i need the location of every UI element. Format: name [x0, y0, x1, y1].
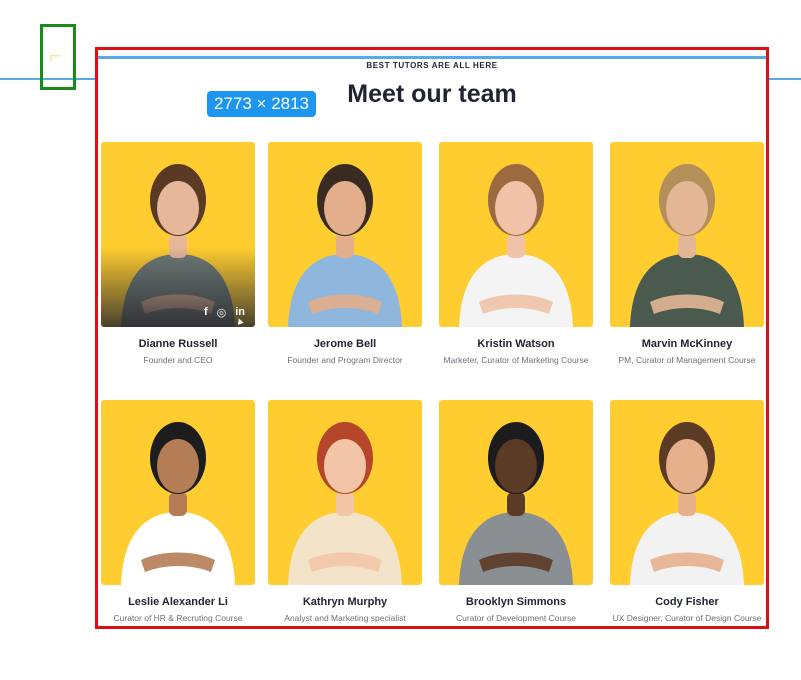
logo-icon: ⌐	[49, 43, 62, 68]
team-member-name: Marvin McKinney	[641, 338, 733, 350]
team-member-role: Curator of HR & Recruting Course	[113, 613, 243, 623]
team-member-role: Founder and Program Director	[287, 355, 403, 365]
team-card[interactable]: Leslie Alexander Li Curator of HR & Recru…	[101, 400, 255, 623]
person-illustration	[459, 422, 573, 585]
facebook-icon[interactable]: f	[204, 306, 208, 319]
section-top-border	[98, 56, 766, 59]
team-card[interactable]: Brooklyn Simmons Curator of Development C…	[439, 400, 593, 623]
team-section[interactable]: BEST TUTORS ARE ALL HERE Meet our team 2…	[95, 47, 769, 629]
team-member-name: Brooklyn Simmons	[465, 596, 567, 608]
team-photo	[268, 400, 422, 585]
team-member-name: Kathryn Murphy	[302, 596, 388, 608]
team-photo	[439, 400, 593, 585]
person-illustration	[630, 164, 744, 327]
team-photo	[101, 400, 255, 585]
team-card[interactable]: Cody Fisher UX Designer, Curator of Desig…	[610, 400, 764, 623]
person-illustration	[288, 422, 402, 585]
person-illustration	[630, 422, 744, 585]
team-photo	[439, 142, 593, 327]
team-member-role: Analyst and Marketing specialist	[284, 613, 406, 623]
team-card[interactable]: Kristin Watson Marketer, Curator of Marke…	[439, 142, 593, 365]
team-member-name: Jerome Bell	[313, 338, 377, 350]
team-card[interactable]: f ◎ in ▲ Dianne Russell Founder and CEO	[101, 142, 255, 365]
person-illustration	[288, 164, 402, 327]
instagram-icon[interactable]: ◎	[217, 306, 227, 319]
team-member-role: Marketer, Curator of Marketing Course	[443, 355, 589, 365]
team-member-name: Dianne Russell	[138, 338, 218, 350]
team-member-role: UX Designer, Curator of Design Course	[612, 613, 762, 623]
team-member-name: Leslie Alexander Li	[128, 596, 228, 608]
team-member-role: PM, Curator of Management Course	[618, 355, 756, 365]
person-illustration	[121, 422, 235, 585]
team-member-role: Founder and CEO	[143, 355, 213, 365]
team-card[interactable]: Marvin McKinney PM, Curator of Management…	[610, 142, 764, 365]
team-photo	[268, 142, 422, 327]
team-card[interactable]: Kathryn Murphy Analyst and Marketing spec…	[268, 400, 422, 623]
team-member-name: Kristin Watson	[477, 338, 555, 350]
team-member-name: Cody Fisher	[655, 596, 719, 608]
section-title: Meet our team	[347, 80, 517, 108]
logo-selection-frame[interactable]: ⌐	[40, 24, 76, 90]
team-photo	[610, 142, 764, 327]
dimensions-badge: 2773 × 2813	[207, 91, 317, 117]
team-photo: f ◎ in ▲	[101, 142, 255, 327]
team-photo	[610, 400, 764, 585]
person-illustration	[459, 164, 573, 327]
hover-overlay: f ◎ in ▲	[101, 247, 255, 327]
team-card[interactable]: Jerome Bell Founder and Program Director	[268, 142, 422, 365]
team-member-role: Curator of Development Course	[455, 613, 576, 623]
section-eyebrow: BEST TUTORS ARE ALL HERE	[366, 61, 498, 70]
